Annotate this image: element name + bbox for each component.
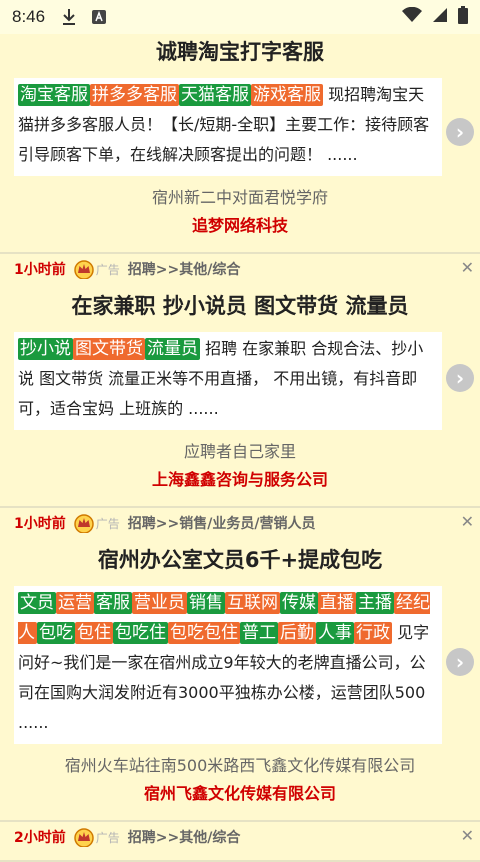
job-tag: 普工 (240, 622, 278, 644)
card-meta: 1小时前 广告 招聘>>销售/业务员/营销人员 ✕ (0, 508, 480, 538)
job-tag: 流量员 (145, 338, 200, 360)
job-card[interactable]: 诚聘淘宝打字客服 淘宝客服 拼多多客服 天猫客服 游戏客服 现招聘淘宝天猫拼多多客服人… (0, 34, 480, 254)
status-bar: 8:46 (0, 0, 480, 34)
job-tag: 拼多多客服 (90, 84, 179, 106)
post-age: 1小时前 (14, 262, 66, 278)
job-tag: 客服 (94, 592, 132, 614)
job-tag: 文员 (18, 592, 56, 614)
job-tag: 运营 (56, 592, 94, 614)
job-address: 宿州新二中对面君悦学府 (151, 188, 328, 207)
job-tag: 包吃包住 (168, 622, 240, 644)
job-tag: 传媒 (280, 592, 318, 614)
job-title: 在家兼职 抄小说员 图文带货 流量员 (71, 294, 409, 318)
company-name[interactable]: 上海鑫鑫咨询与服务公司 (0, 462, 480, 498)
job-feed[interactable]: 诚聘淘宝打字客服 淘宝客服 拼多多客服 天猫客服 游戏客服 现招聘淘宝天猫拼多多客服人… (0, 34, 480, 862)
job-title: 诚聘淘宝打字客服 (156, 40, 324, 64)
close-icon[interactable]: ✕ (461, 512, 474, 531)
job-category[interactable]: 招聘>>其他/综合 (128, 259, 241, 279)
ad-label: 广告 (95, 516, 120, 531)
job-tag: 游戏客服 (251, 84, 323, 106)
signal-icon (432, 7, 448, 27)
ad-label: 广告 (95, 830, 120, 845)
app-notification-icon (89, 7, 109, 27)
job-category[interactable]: 招聘>>其他/综合 (128, 827, 241, 847)
job-address: 宿州火车站往南500米路西飞鑫文化传媒有限公司 (64, 756, 416, 775)
job-tag: 销售 (187, 592, 225, 614)
job-card[interactable]: 2小时前 广告 招聘>>其他/综合 ✕ (0, 822, 480, 862)
job-tag: 行政 (354, 622, 392, 644)
job-card[interactable]: 1小时前 广告 招聘>>其他/综合 ✕ 在家兼职 抄小说员 图文带货 流量员 抄… (0, 254, 480, 508)
job-card[interactable]: 1小时前 广告 招聘>>销售/业务员/营销人员 ✕ 宿州办公室文员6千+提成包吃… (0, 508, 480, 822)
crown-icon (74, 259, 94, 280)
wifi-icon (402, 6, 422, 27)
job-tag: 营业员 (132, 592, 187, 614)
company-name[interactable]: 宿州飞鑫文化传媒有限公司 (0, 776, 480, 812)
job-tag: 淘宝客服 (18, 84, 90, 106)
battery-icon (458, 6, 468, 28)
ad-label: 广告 (95, 262, 120, 277)
chevron-right-icon[interactable]: › (446, 364, 474, 392)
card-meta: 2小时前 广告 招聘>>其他/综合 ✕ (0, 822, 480, 852)
close-icon[interactable]: ✕ (461, 258, 474, 277)
card-meta: 1小时前 广告 招聘>>其他/综合 ✕ (0, 254, 480, 284)
job-tag: 包吃住 (113, 622, 168, 644)
job-tag: 人事 (316, 622, 354, 644)
chevron-right-icon[interactable]: › (446, 118, 474, 146)
job-tag: 包住 (75, 622, 113, 644)
job-tag: 天猫客服 (179, 84, 251, 106)
chevron-right-icon[interactable]: › (446, 648, 474, 676)
job-description-box: 文员 运营 客服 营业员 销售 互联网 传媒 直播 主播 经纪人 包吃 包住 包吃住 包吃包住 普工 后勤 人事… (14, 586, 442, 744)
job-title: 宿州办公室文员6千+提成包吃 (97, 548, 383, 572)
job-tag: 主播 (356, 592, 394, 614)
job-category[interactable]: 招聘>>销售/业务员/营销人员 (128, 513, 316, 533)
post-age: 1小时前 (14, 516, 66, 532)
post-age: 2小时前 (14, 830, 66, 846)
job-tag: 直播 (318, 592, 356, 614)
job-tag: 包吃 (37, 622, 75, 644)
job-tag: 后勤 (278, 622, 316, 644)
job-tag: 图文带货 (73, 338, 145, 360)
job-description-box: 抄小说 图文带货 流量员 招聘 在家兼职 合规合法、抄小说 图文带货 流量正米等不用… (14, 332, 442, 430)
crown-icon (74, 827, 94, 848)
job-tag: 抄小说 (18, 338, 73, 360)
close-icon[interactable]: ✕ (461, 826, 474, 845)
job-description-box: 淘宝客服 拼多多客服 天猫客服 游戏客服 现招聘淘宝天猫拼多多客服人员！【长/短期-全… (14, 78, 442, 176)
status-time: 8:46 (12, 7, 46, 26)
job-tag: 互联网 (225, 592, 280, 614)
download-icon (59, 7, 79, 27)
job-address: 应聘者自己家里 (183, 442, 296, 461)
company-name[interactable]: 追梦网络科技 (0, 208, 480, 244)
crown-icon (74, 513, 94, 534)
